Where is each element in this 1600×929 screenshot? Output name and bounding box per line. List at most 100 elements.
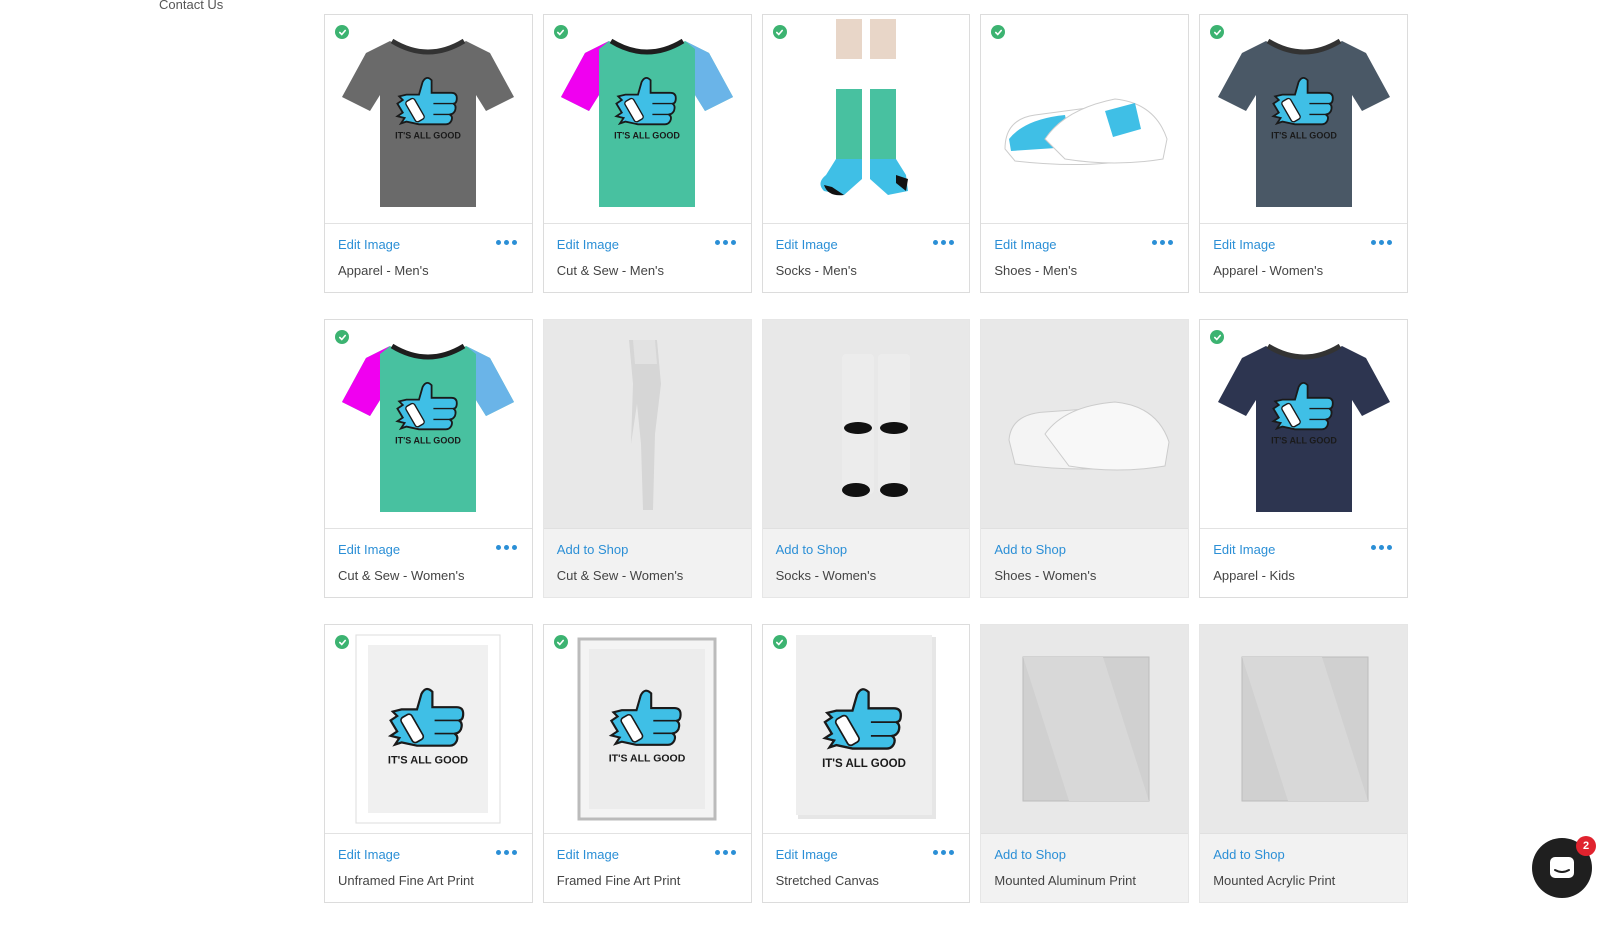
product-thumbnail[interactable]: IT'S ALL GOOD bbox=[325, 320, 532, 528]
product-meta: Add to Shop Shoes - Women's bbox=[981, 528, 1189, 583]
more-options-icon[interactable] bbox=[933, 236, 955, 249]
add-to-shop-link[interactable]: Add to Shop bbox=[1213, 847, 1285, 862]
product-meta: Edit Image Apparel - Kids bbox=[1200, 528, 1407, 583]
product-thumbnail[interactable] bbox=[763, 15, 970, 223]
product-label: Socks - Men's bbox=[775, 263, 857, 278]
more-options-icon[interactable] bbox=[933, 846, 955, 859]
edit-image-link[interactable]: Edit Image bbox=[776, 847, 838, 862]
product-thumbnail[interactable]: IT'S ALL GOOD bbox=[325, 15, 532, 223]
product-thumbnail[interactable] bbox=[543, 320, 751, 528]
product-label: Stretched Canvas bbox=[775, 873, 879, 888]
edit-image-link[interactable]: Edit Image bbox=[1213, 237, 1275, 252]
product-meta: Add to Shop Socks - Women's bbox=[762, 528, 970, 583]
product-card[interactable]: Add to Shop Cut & Sew - Women's bbox=[542, 319, 752, 598]
design-caption: IT'S ALL GOOD bbox=[614, 131, 680, 141]
edit-image-link[interactable]: Edit Image bbox=[557, 847, 619, 862]
more-options-icon[interactable] bbox=[714, 846, 736, 859]
edit-image-link[interactable]: Edit Image bbox=[1213, 542, 1275, 557]
product-card[interactable]: Edit Image Socks - Men's bbox=[761, 14, 971, 293]
edit-image-link[interactable]: Edit Image bbox=[338, 237, 400, 252]
product-thumbnail[interactable] bbox=[981, 320, 1189, 528]
check-icon bbox=[335, 330, 349, 344]
product-row: IT'S ALL GOOD Edit Image Apparel - Men's… bbox=[324, 14, 1408, 293]
product-meta: Edit Image Socks - Men's bbox=[762, 223, 970, 278]
more-options-icon[interactable] bbox=[714, 236, 736, 249]
edit-image-link[interactable]: Edit Image bbox=[338, 542, 400, 557]
edit-image-link[interactable]: Edit Image bbox=[557, 237, 619, 252]
product-card[interactable]: IT'S ALL GOOD Edit Image Cut & Sew - Men… bbox=[542, 14, 752, 293]
product-label: Apparel - Women's bbox=[1213, 263, 1324, 278]
product-thumbnail[interactable]: IT'S ALL GOOD bbox=[1200, 15, 1407, 223]
product-thumbnail[interactable] bbox=[1200, 625, 1407, 833]
product-grid: IT'S ALL GOOD Edit Image Apparel - Men's… bbox=[324, 14, 1408, 929]
check-icon bbox=[553, 25, 568, 39]
design-caption: IT'S ALL GOOD bbox=[396, 131, 462, 141]
product-label: Cut & Sew - Women's bbox=[338, 568, 465, 583]
add-to-shop-link[interactable]: Add to Shop bbox=[776, 542, 848, 557]
check-icon bbox=[335, 25, 349, 39]
design-caption: IT'S ALL GOOD bbox=[822, 758, 906, 770]
product-card[interactable]: Add to Shop Shoes - Women's bbox=[980, 319, 1190, 598]
product-meta: Add to Shop Mounted Acrylic Print bbox=[1200, 833, 1407, 888]
product-thumbnail[interactable] bbox=[981, 625, 1189, 833]
product-label: Apparel - Men's bbox=[338, 263, 429, 278]
check-icon bbox=[772, 25, 787, 39]
product-row: IT'S ALL GOOD Edit Image Cut & Sew - Wom… bbox=[324, 319, 1408, 598]
product-card[interactable]: Add to Shop Mounted Acrylic Print bbox=[1199, 624, 1408, 903]
edit-image-link[interactable]: Edit Image bbox=[994, 237, 1056, 252]
edit-image-link[interactable]: Edit Image bbox=[776, 237, 838, 252]
product-card[interactable]: IT'S ALL GOOD Edit Image Stretched Canva… bbox=[761, 624, 971, 903]
design-caption: IT'S ALL GOOD bbox=[1271, 436, 1337, 446]
product-meta: Edit Image Framed Fine Art Print bbox=[543, 833, 751, 888]
product-row: IT'S ALL GOOD Edit Image Unframed Fine A… bbox=[324, 624, 1408, 903]
add-to-shop-link[interactable]: Add to Shop bbox=[994, 542, 1066, 557]
product-meta: Edit Image Unframed Fine Art Print bbox=[325, 833, 532, 888]
product-meta: Edit Image Cut & Sew - Men's bbox=[543, 223, 751, 278]
product-card[interactable]: IT'S ALL GOOD Edit Image Apparel - Women… bbox=[1199, 14, 1408, 293]
product-label: Cut & Sew - Women's bbox=[556, 568, 684, 583]
product-thumbnail[interactable]: IT'S ALL GOOD bbox=[544, 625, 751, 833]
product-thumbnail[interactable]: IT'S ALL GOOD bbox=[544, 15, 751, 223]
product-card[interactable]: Edit Image Shoes - Men's bbox=[980, 14, 1190, 293]
product-thumbnail[interactable] bbox=[762, 320, 970, 528]
product-meta: Add to Shop Mounted Aluminum Print bbox=[981, 833, 1189, 888]
more-options-icon[interactable] bbox=[495, 541, 517, 554]
more-options-icon[interactable] bbox=[1370, 541, 1392, 554]
product-thumbnail[interactable]: IT'S ALL GOOD bbox=[1200, 320, 1407, 528]
product-card[interactable]: IT'S ALL GOOD Edit Image Unframed Fine A… bbox=[324, 624, 533, 903]
product-label: Shoes - Women's bbox=[994, 568, 1097, 583]
more-options-icon[interactable] bbox=[495, 236, 517, 249]
check-icon bbox=[772, 635, 787, 649]
product-meta: Edit Image Cut & Sew - Women's bbox=[325, 528, 532, 583]
add-to-shop-link[interactable]: Add to Shop bbox=[557, 542, 629, 557]
check-icon bbox=[553, 635, 568, 649]
edit-image-link[interactable]: Edit Image bbox=[338, 847, 400, 862]
product-card[interactable]: IT'S ALL GOOD Edit Image Apparel - Men's bbox=[324, 14, 533, 293]
more-options-icon[interactable] bbox=[1370, 236, 1392, 249]
add-to-shop-link[interactable]: Add to Shop bbox=[994, 847, 1066, 862]
product-meta: Edit Image Shoes - Men's bbox=[981, 223, 1189, 278]
product-thumbnail[interactable] bbox=[981, 15, 1188, 223]
design-caption: IT'S ALL GOOD bbox=[396, 436, 462, 446]
product-thumbnail[interactable]: IT'S ALL GOOD bbox=[763, 625, 970, 833]
product-card[interactable]: IT'S ALL GOOD Edit Image Apparel - Kids bbox=[1199, 319, 1408, 598]
product-label: Framed Fine Art Print bbox=[556, 873, 681, 888]
product-label: Socks - Women's bbox=[775, 568, 877, 583]
product-card[interactable]: Add to Shop Socks - Women's bbox=[761, 319, 971, 598]
product-card[interactable]: IT'S ALL GOOD Edit Image Framed Fine Art… bbox=[542, 624, 752, 903]
product-card[interactable]: IT'S ALL GOOD Edit Image Cut & Sew - Wom… bbox=[324, 319, 533, 598]
product-label: Unframed Fine Art Print bbox=[338, 873, 474, 888]
product-label: Mounted Aluminum Print bbox=[994, 873, 1137, 888]
notification-badge: 2 bbox=[1576, 836, 1596, 856]
more-options-icon[interactable] bbox=[1152, 236, 1174, 249]
product-meta: Edit Image Apparel - Men's bbox=[325, 223, 532, 278]
contact-us-link[interactable]: Contact Us bbox=[159, 0, 223, 12]
design-caption: IT'S ALL GOOD bbox=[1271, 131, 1337, 141]
product-meta: Edit Image Stretched Canvas bbox=[762, 833, 970, 888]
product-thumbnail[interactable]: IT'S ALL GOOD bbox=[325, 625, 532, 833]
chat-bubble-icon bbox=[1550, 857, 1574, 878]
product-card[interactable]: Add to Shop Mounted Aluminum Print bbox=[980, 624, 1190, 903]
product-meta: Add to Shop Cut & Sew - Women's bbox=[543, 528, 751, 583]
more-options-icon[interactable] bbox=[495, 846, 517, 859]
chat-launcher-button[interactable]: 2 bbox=[1532, 836, 1596, 898]
